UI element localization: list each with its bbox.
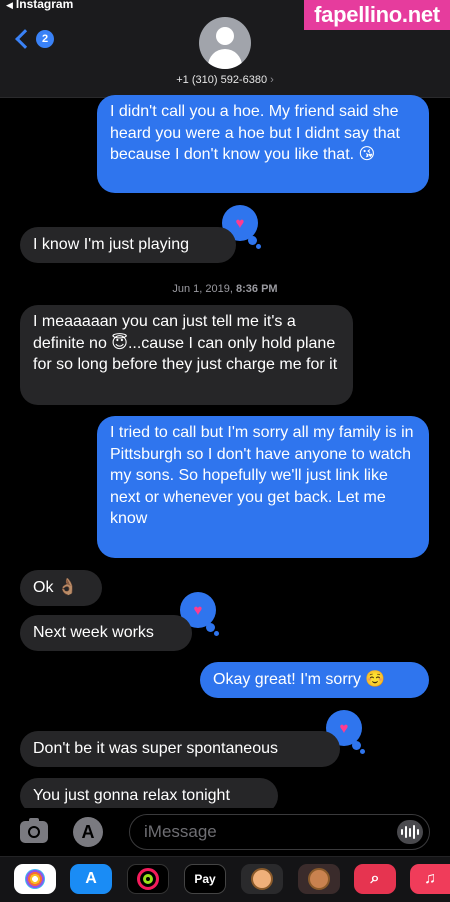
contact-phone-number[interactable]: +1 (310) 592-6380 ›	[0, 74, 450, 86]
imessage-app-drawer: A Pay ⌕ ♫	[0, 856, 450, 902]
watermark: fapellino.net	[304, 0, 450, 30]
wave-bar	[413, 825, 415, 839]
message-bubble-sent[interactable]: Okay great! I'm sorry ☺️	[200, 662, 429, 698]
back-triangle-icon: ◀	[6, 0, 13, 10]
heart-icon: ♥	[339, 719, 349, 737]
app-store-icon[interactable]: A	[73, 817, 103, 847]
message-bubble-sent[interactable]: I tried to call but I'm sorry all my fam…	[97, 416, 429, 558]
message-bubble-sent[interactable]: I didn't call you a hoe. My friend said …	[97, 95, 429, 193]
memoji-face	[308, 868, 330, 890]
camera-icon[interactable]	[20, 818, 48, 843]
conversation-timestamp: Jun 1, 2019, 8:36 PM	[0, 283, 450, 295]
timestamp-date: Jun 1, 2019,	[172, 283, 233, 295]
timestamp-time: 8:36 PM	[236, 283, 278, 295]
message-bubble-received[interactable]: Don't be it was super spontaneous	[20, 731, 340, 767]
message-composer: A	[0, 808, 450, 856]
memoji-face	[251, 868, 273, 890]
wave-bar	[405, 826, 407, 838]
back-button[interactable]: 2	[15, 29, 54, 49]
chevron-left-icon	[15, 29, 35, 49]
heart-icon: ♥	[235, 214, 245, 232]
message-bubble-received[interactable]: Ok 👌🏽	[20, 570, 102, 606]
message-bubble-received[interactable]: I know I'm just playing	[20, 227, 236, 263]
contact-avatar[interactable]	[199, 17, 251, 69]
reaction-tail-dot	[360, 749, 365, 754]
reaction-tail	[206, 623, 215, 632]
person-silhouette-icon	[216, 27, 234, 45]
camera-bump	[29, 818, 39, 822]
person-silhouette-body	[208, 49, 242, 69]
audio-waveform-icon[interactable]	[397, 820, 423, 844]
contact-phone-label: +1 (310) 592-6380	[176, 74, 268, 86]
music-glyph: ♫	[424, 870, 436, 887]
unread-count-badge: 2	[36, 30, 54, 48]
activity-rings-icon[interactable]	[127, 864, 169, 894]
music-icon[interactable]: ♫	[410, 864, 450, 894]
camera-lens	[28, 826, 40, 838]
photos-flower	[25, 869, 45, 889]
reaction-tail	[352, 741, 361, 750]
wave-bar	[409, 827, 411, 837]
memoji-stickers-icon[interactable]	[298, 864, 340, 894]
activity-ring	[137, 868, 159, 890]
image-search-icon[interactable]: ⌕	[354, 864, 396, 894]
wave-bar	[417, 829, 419, 835]
heart-icon: ♥	[193, 601, 203, 619]
reaction-tail-dot	[256, 244, 261, 249]
photos-app-icon[interactable]	[14, 864, 56, 894]
apple-pay-icon[interactable]: Pay	[184, 864, 226, 894]
app-store-app-icon[interactable]: A	[70, 864, 112, 894]
reaction-tail	[248, 236, 257, 245]
back-app-label: Instagram	[15, 0, 74, 11]
apple-pay-label: Pay	[194, 872, 216, 886]
imessage-input[interactable]	[129, 814, 430, 850]
back-to-app-link[interactable]: ◀ Instagram	[6, 0, 73, 11]
reaction-tail-dot	[214, 631, 219, 636]
message-bubble-received[interactable]: Next week works	[20, 615, 192, 651]
wave-bar	[401, 829, 403, 835]
message-bubble-received[interactable]: I meaaaaan you can just tell me it's a d…	[20, 305, 353, 405]
chevron-right-icon: ›	[270, 74, 274, 86]
memoji-icon[interactable]	[241, 864, 283, 894]
